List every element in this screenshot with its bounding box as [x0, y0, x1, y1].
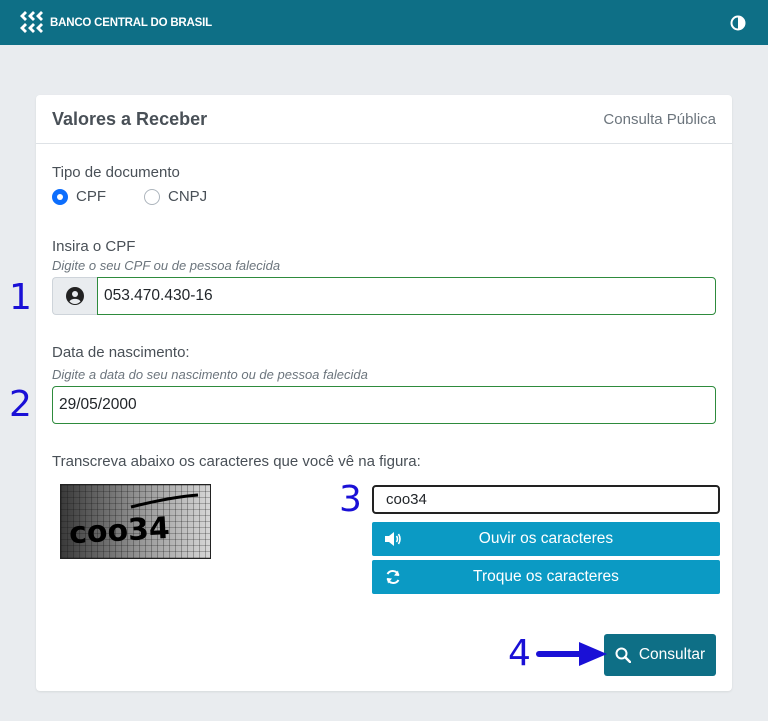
cpf-label: Insira o CPF — [52, 238, 136, 255]
radio-cpf-label: CPF — [76, 188, 106, 205]
annotation-step-2: 2 — [9, 384, 32, 425]
birth-date-input[interactable] — [52, 386, 716, 424]
cpf-hint: Digite o seu CPF ou de pessoa falecida — [52, 258, 281, 273]
annotation-step-1: 1 — [9, 277, 32, 318]
user-circle-icon — [52, 277, 97, 315]
cpf-input-group — [52, 277, 716, 315]
captcha-text: coo34 — [68, 511, 170, 551]
captcha-instruction: Transcreva abaixo os caracteres que você… — [52, 453, 421, 470]
annotation-step-3: 3 — [339, 479, 362, 520]
cpf-input[interactable] — [97, 277, 716, 315]
refresh-icon — [386, 570, 400, 584]
birth-date-label: Data de nascimento: — [52, 344, 190, 361]
document-type-radio-group: CPF CNPJ — [52, 188, 207, 205]
listen-captcha-label: Ouvir os caracteres — [478, 530, 614, 547]
listen-captcha-button[interactable]: Ouvir os caracteres — [372, 522, 720, 556]
radio-cnpj[interactable]: CNPJ — [144, 188, 207, 205]
radio-cnpj-dot[interactable] — [144, 188, 160, 205]
speaker-icon — [385, 532, 401, 546]
form-card: Valores a Receber Consulta Pública Tipo … — [36, 95, 732, 691]
radio-cpf-dot[interactable] — [52, 188, 68, 205]
search-icon — [615, 647, 631, 663]
captcha-input[interactable] — [372, 485, 720, 514]
radio-cnpj-label: CNPJ — [168, 188, 208, 205]
brand[interactable]: BANCO CENTRAL DO BRASIL — [18, 10, 212, 35]
contrast-icon[interactable] — [730, 15, 746, 31]
annotation-step-4: 4 — [508, 633, 531, 674]
captcha-image: coo34 — [60, 484, 211, 559]
refresh-captcha-button[interactable]: Troque os caracteres — [372, 560, 720, 594]
consult-button[interactable]: Consultar — [604, 634, 716, 676]
page-title: Valores a Receber — [52, 108, 208, 129]
page-subtitle: Consulta Pública — [603, 110, 716, 128]
top-bar: BANCO CENTRAL DO BRASIL — [0, 0, 768, 45]
birth-date-hint: Digite a data do seu nascimento ou de pe… — [52, 367, 368, 382]
annotation-arrow-icon — [536, 642, 607, 666]
bcb-logo-icon — [20, 10, 43, 33]
document-type-label: Tipo de documento — [52, 164, 180, 181]
refresh-captcha-label: Troque os caracteres — [473, 568, 619, 585]
card-header: Valores a Receber Consulta Pública — [36, 95, 732, 144]
brand-name: BANCO CENTRAL DO BRASIL — [50, 16, 212, 29]
consult-button-label: Consultar — [638, 646, 706, 663]
radio-cpf[interactable]: CPF — [52, 188, 106, 205]
